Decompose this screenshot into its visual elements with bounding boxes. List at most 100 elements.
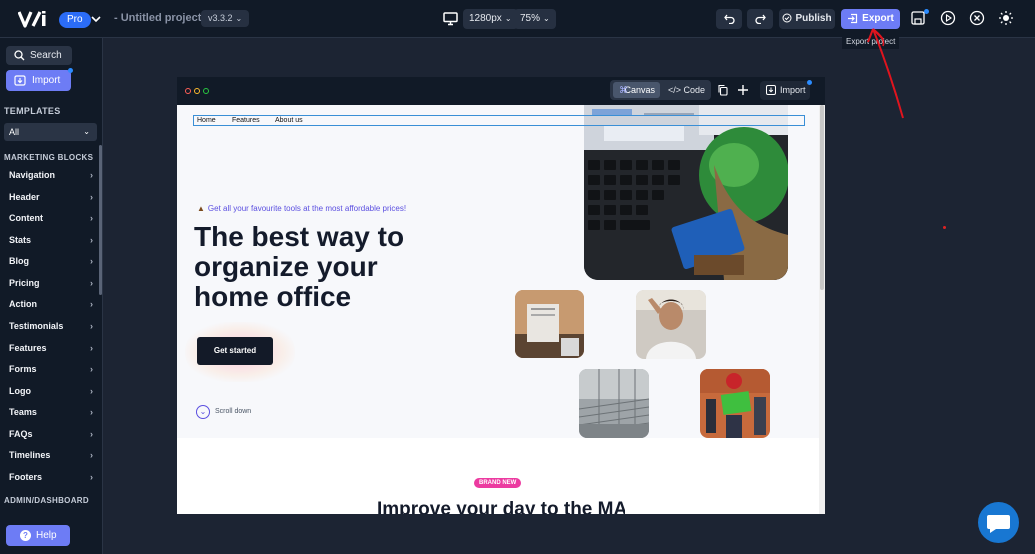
- nav-link-about[interactable]: About us: [275, 116, 303, 125]
- publish-button[interactable]: Publish: [779, 9, 835, 29]
- sidebar-item-label: Logo: [9, 386, 31, 396]
- admin-dashboard-heading: ADMIN/DASHBOARD: [4, 496, 89, 505]
- canvas-width-select[interactable]: 1280px ⌄: [463, 9, 518, 29]
- import-button[interactable]: Import: [6, 70, 71, 91]
- version-select[interactable]: v3.3.2 ⌄: [201, 10, 250, 27]
- code-tab[interactable]: </> Code: [668, 82, 705, 98]
- scroll-down-link[interactable]: ⌄ Scroll down: [196, 405, 251, 419]
- add-icon[interactable]: [737, 84, 749, 96]
- notification-dot: [807, 80, 812, 85]
- export-button[interactable]: Export: [841, 9, 900, 29]
- import-icon: [14, 75, 26, 86]
- sidebar-item-navigation[interactable]: Navigation ›: [0, 166, 97, 184]
- templates-heading: TEMPLATES: [4, 106, 61, 116]
- nav-link-home[interactable]: Home: [197, 116, 216, 125]
- sidebar-item-forms[interactable]: Forms ›: [0, 360, 97, 378]
- import-icon: [766, 85, 776, 95]
- sidebar-item-stats[interactable]: Stats ›: [0, 231, 97, 249]
- undo-button[interactable]: [716, 9, 742, 29]
- sidebar-item-footers[interactable]: Footers ›: [0, 468, 97, 486]
- sidebar-item-label: Pricing: [9, 278, 40, 288]
- export-icon: [848, 13, 858, 23]
- publish-label: Publish: [795, 13, 832, 24]
- sidebar-item-features[interactable]: Features ›: [0, 339, 97, 357]
- thumb-image-building[interactable]: [579, 369, 649, 438]
- sidebar-item-header[interactable]: Header ›: [0, 188, 97, 206]
- redo-icon: [754, 14, 766, 25]
- window-dot-red: [185, 88, 191, 94]
- sidebar-item-teams[interactable]: Teams ›: [0, 403, 97, 421]
- laptop-photo: [584, 105, 788, 280]
- thumb-image-woman[interactable]: [636, 290, 706, 359]
- chevron-right-icon: ›: [90, 278, 93, 288]
- chevron-right-icon: ›: [90, 213, 93, 223]
- sidebar-scrollbar[interactable]: [99, 145, 102, 295]
- sidebar-item-action[interactable]: Action ›: [0, 295, 97, 313]
- chevron-down-icon: ⌄: [543, 14, 550, 23]
- window-dot-green: [203, 88, 209, 94]
- zoom-select[interactable]: 75% ⌄: [514, 9, 556, 29]
- app-logo[interactable]: [18, 10, 52, 28]
- redo-button[interactable]: [747, 9, 773, 29]
- canvas-scrollbar[interactable]: [819, 105, 825, 514]
- sidebar-item-label: Footers: [9, 472, 43, 482]
- search-icon: [14, 50, 25, 61]
- brand-new-badge: BRAND NEW: [474, 478, 522, 488]
- chevron-right-icon: ›: [90, 407, 93, 417]
- copy-icon[interactable]: [717, 84, 729, 96]
- canvas-icon: ⌘: [619, 85, 628, 95]
- notification-dot: [68, 68, 73, 73]
- sidebar-item-faqs[interactable]: FAQs ›: [0, 425, 97, 443]
- pro-badge: Pro: [59, 12, 91, 28]
- sidebar-item-blog[interactable]: Blog ›: [0, 252, 97, 270]
- chevron-down-icon[interactable]: [90, 11, 102, 27]
- hero-tagline: ▲ Get all your favourite tools at the mos…: [197, 204, 406, 213]
- sidebar-item-testimonials[interactable]: Testimonials ›: [0, 317, 97, 335]
- close-circle-icon[interactable]: [969, 10, 985, 26]
- project-title[interactable]: - Untitled project: [114, 12, 201, 24]
- sidebar-item-label: Content: [9, 213, 43, 223]
- section-title: Improve your day to the MAX: [377, 499, 625, 514]
- nav-link-features[interactable]: Features: [232, 116, 260, 125]
- canvas-tab[interactable]: ⌘ Canvas: [613, 82, 660, 98]
- thumb-image-desk[interactable]: [515, 290, 584, 358]
- get-started-button[interactable]: Get started: [197, 337, 273, 365]
- sidebar-item-logo[interactable]: Logo ›: [0, 382, 97, 400]
- template-filter-select[interactable]: All ⌄: [4, 123, 97, 141]
- canvas-scroll-thumb[interactable]: [820, 105, 824, 290]
- scroll-down-label: Scroll down: [215, 408, 252, 415]
- chevron-right-icon: ›: [90, 472, 93, 482]
- sidebar-item-label: Action: [9, 299, 37, 309]
- export-tooltip: Export project: [842, 35, 900, 49]
- version-label: v3.3.2: [208, 13, 233, 23]
- help-button[interactable]: ? Help: [6, 525, 70, 546]
- desktop-device-icon[interactable]: [443, 11, 458, 26]
- chevron-right-icon: ›: [90, 256, 93, 266]
- hero-laptop-image[interactable]: [584, 105, 788, 280]
- canvas-frame: ⌘ Canvas </> Code Import Home Features A…: [177, 77, 825, 514]
- frame-import-label: Import: [780, 85, 806, 95]
- sidebar-item-content[interactable]: Content ›: [0, 209, 97, 227]
- chevron-right-icon: ›: [90, 450, 93, 460]
- sidebar-item-timelines[interactable]: Timelines ›: [0, 446, 97, 464]
- save-icon[interactable]: [910, 10, 926, 26]
- chevron-right-icon: ›: [90, 429, 93, 439]
- chevron-right-icon: ›: [90, 299, 93, 309]
- thumb-image-protest[interactable]: [700, 369, 770, 438]
- sun-icon[interactable]: [998, 10, 1014, 26]
- desk-photo: [515, 290, 584, 358]
- party-hat-icon: ▲: [197, 204, 205, 213]
- search-button[interactable]: Search: [6, 46, 72, 65]
- frame-import-button[interactable]: Import: [760, 81, 810, 100]
- sidebar-item-label: Features: [9, 343, 47, 353]
- canvas-tab-label: Canvas: [624, 85, 655, 95]
- navbar-selection[interactable]: Home Features About us: [193, 115, 805, 126]
- chevron-right-icon: ›: [90, 235, 93, 245]
- sidebar-item-pricing[interactable]: Pricing ›: [0, 274, 97, 292]
- help-icon: ?: [20, 530, 31, 541]
- preview-play-icon[interactable]: [940, 10, 956, 26]
- chat-launcher-button[interactable]: [978, 502, 1019, 543]
- zoom-value: 75%: [520, 13, 541, 24]
- code-tab-label: Code: [683, 85, 706, 95]
- protest-photo: [700, 369, 770, 438]
